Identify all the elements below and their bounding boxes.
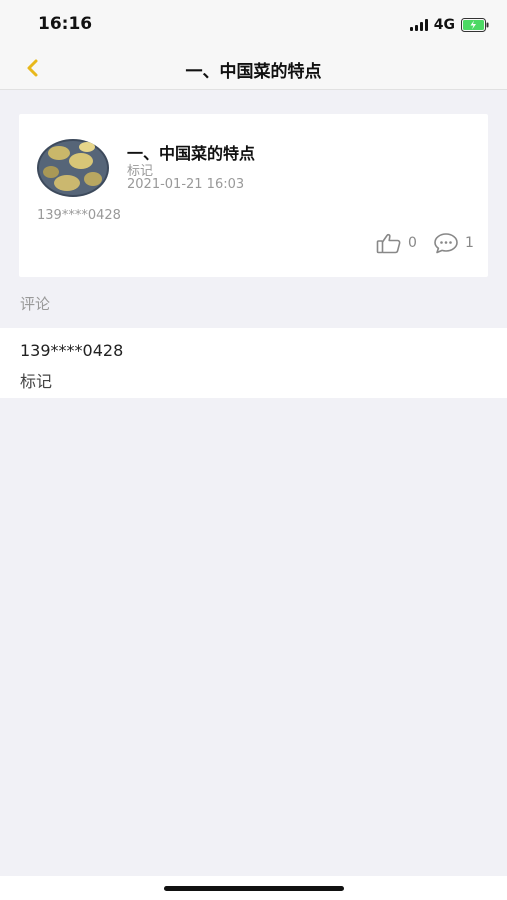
comment-button[interactable]: 1: [433, 232, 474, 254]
home-indicator-area: [0, 876, 507, 900]
status-time: 16:16: [38, 14, 93, 34]
comment-text: 标记: [20, 372, 53, 391]
signal-icon: [409, 19, 428, 31]
post-card[interactable]: 一、中国菜的特点 标记 2021-01-21 16:03 139****0428…: [19, 114, 488, 277]
speech-bubble-icon: [434, 233, 458, 254]
like-count: 0: [408, 235, 417, 251]
status-bar: 16:16 4G: [0, 0, 507, 48]
comment-count: 1: [465, 235, 474, 251]
post-thumbnail: [37, 139, 109, 197]
comment-item[interactable]: 139****0428 标记: [0, 328, 507, 398]
status-indicators: 4G: [409, 15, 489, 35]
like-button[interactable]: 0: [376, 232, 417, 254]
comment-author: 139****0428: [20, 341, 124, 360]
navigation-bar: 一、中国菜的特点: [0, 48, 507, 90]
comments-section-label: 评论: [20, 295, 51, 313]
post-author: 139****0428: [37, 208, 121, 223]
battery-icon: [461, 18, 489, 32]
page-title: 一、中国菜的特点: [185, 62, 322, 82]
thumbs-up-icon: [376, 233, 401, 254]
home-indicator[interactable]: [164, 886, 344, 891]
network-type: 4G: [433, 17, 455, 33]
post-timestamp: 2021-01-21 16:03: [127, 177, 245, 192]
